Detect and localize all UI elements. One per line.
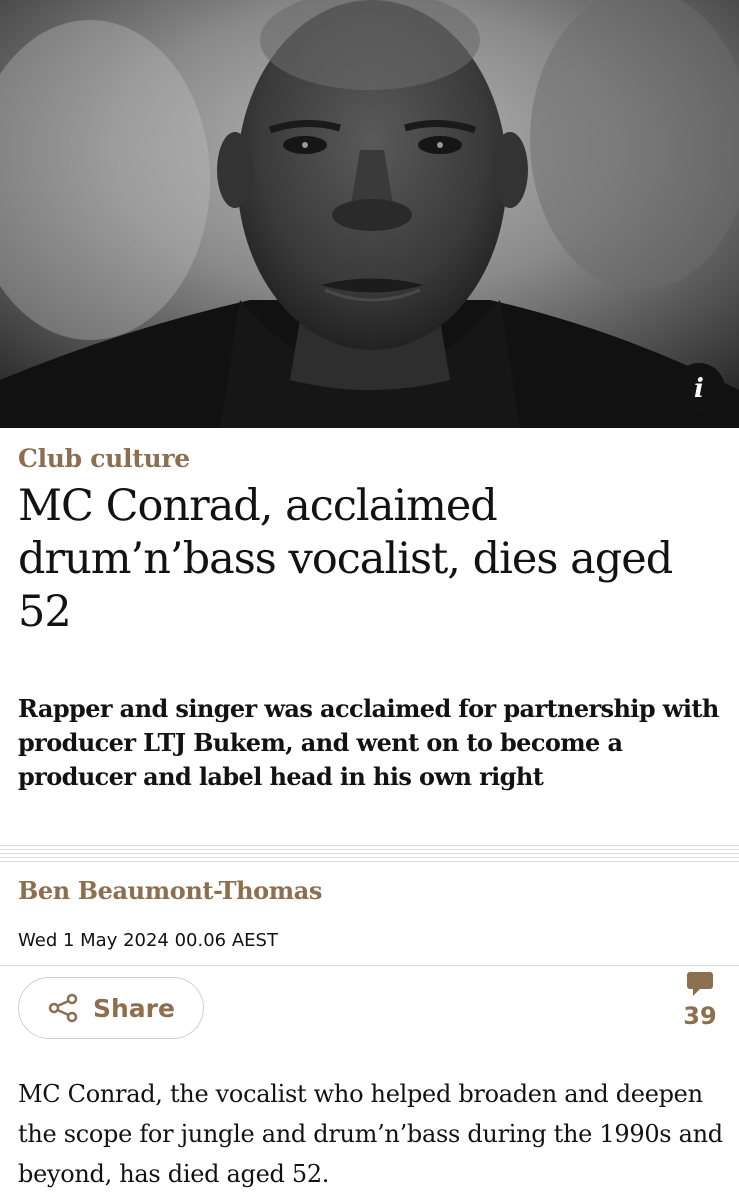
article-body-paragraph: MC Conrad, the vocalist who helped broad… <box>18 1080 723 1188</box>
share-icon <box>48 993 78 1023</box>
meta-divider <box>0 965 739 966</box>
section-kicker[interactable]: Club culture <box>18 444 190 473</box>
image-info-button[interactable]: i <box>673 363 725 415</box>
share-label: Share <box>93 993 175 1023</box>
info-icon: i <box>694 374 704 404</box>
publish-date: Wed 1 May 2024 00.06 AEST <box>18 930 278 951</box>
article-standfirst: Rapper and singer was acclaimed for part… <box>18 694 719 791</box>
author-byline[interactable]: Ben Beaumont-Thomas <box>18 876 322 905</box>
comment-bubble-icon <box>687 972 713 996</box>
article-headline: MC Conrad, acclaimed drum’n’bass vocalis… <box>18 481 673 637</box>
comments-link[interactable]: 39 <box>672 970 728 1040</box>
section-divider-rules <box>0 845 739 865</box>
hero-image: i <box>0 0 739 428</box>
portrait-photo <box>0 0 739 428</box>
share-button[interactable]: Share <box>18 977 204 1039</box>
comment-count: 39 <box>683 1002 717 1030</box>
